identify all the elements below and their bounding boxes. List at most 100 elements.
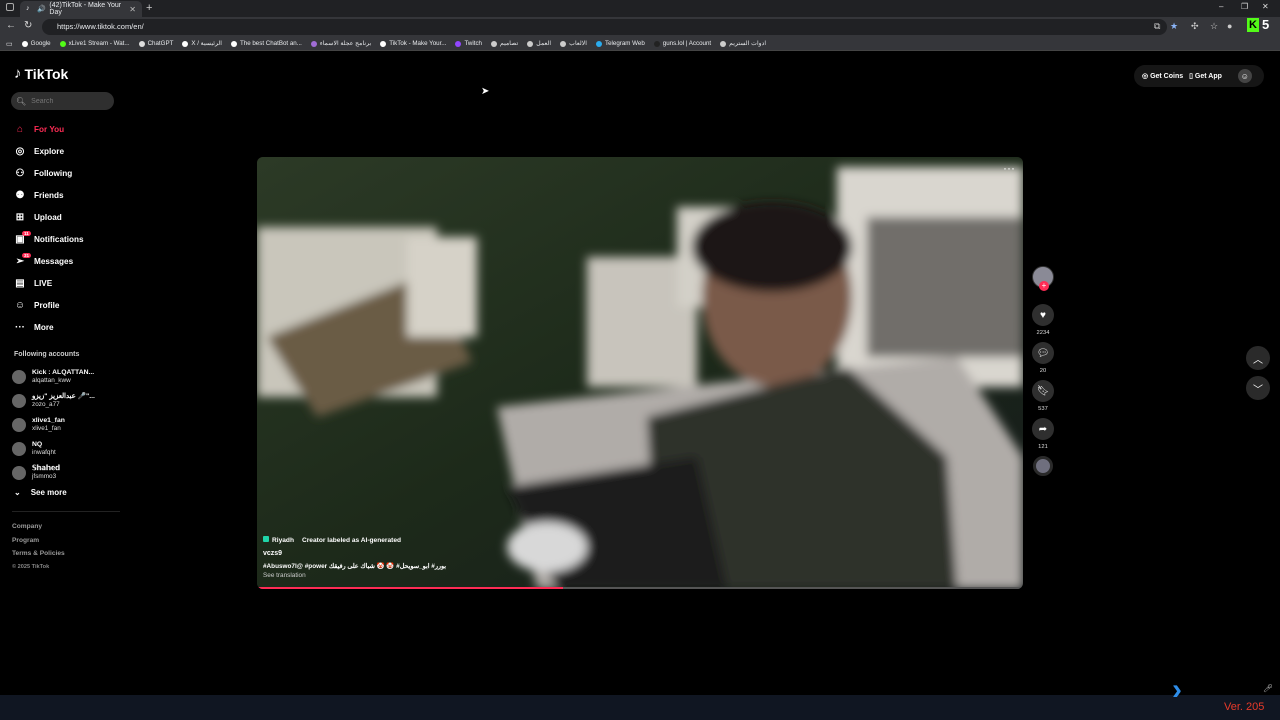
bookmark-favicon-icon <box>527 40 534 47</box>
location-tag[interactable]: Riyadh <box>263 536 294 544</box>
nav-item-profile[interactable]: ☺ Profile <box>14 294 124 316</box>
see-translation-link[interactable]: See translation <box>263 572 446 579</box>
bookmark-item[interactable]: TikTok - Make Your... <box>380 40 446 47</box>
footer-link[interactable]: Company <box>12 520 65 534</box>
bookmark-favicon-icon <box>455 40 462 47</box>
video-frame <box>257 157 1023 589</box>
share-count: 121 <box>1038 444 1048 450</box>
get-app-button[interactable]: ▯ Get App <box>1189 72 1222 80</box>
following-account[interactable]: 𝕊𝕙𝕒𝕙𝕖𝕕 jfsmmo3 <box>12 461 95 485</box>
nav-item-friends[interactable]: ⚉ Friends <box>14 184 124 206</box>
bookmark-label: ادوات الستريم <box>729 40 767 47</box>
bookmark-label: الالعاب <box>569 40 587 47</box>
previous-video-button[interactable]: ︿ <box>1246 346 1270 370</box>
account-name: عبدالعزيز "زيزو 🎤"... <box>32 393 95 400</box>
close-window-button[interactable]: ✕ <box>1262 2 1269 11</box>
following-account[interactable]: Kick : ALQATTAN... alqattan_kww <box>12 365 95 389</box>
install-app-icon[interactable]: ⧉ <box>1154 21 1160 32</box>
like-button[interactable]: ♥ <box>1032 304 1054 326</box>
sidebar-footer: Company Program Terms & Policies © 2025 Tik… <box>12 520 65 574</box>
bookmark-label: Twitch <box>464 40 482 47</box>
extensions-icon[interactable]: ✣ <box>1191 21 1199 32</box>
new-tab-button[interactable]: + <box>146 2 152 14</box>
account-handle: alqattan_kww <box>32 377 71 384</box>
following-account[interactable]: عبدالعزيز "زيزو 🎤"... zozo_a77 <box>12 389 95 413</box>
kick-extension-icon[interactable]: K <box>1247 18 1259 32</box>
close-tab-icon[interactable]: ✕ <box>129 5 136 14</box>
bookmark-item[interactable]: X / الرئيسية <box>182 40 222 47</box>
bookmark-item[interactable]: تصاميم <box>491 40 518 47</box>
comment-button[interactable]: 💬︎ <box>1032 342 1054 364</box>
nav-item-label: Explore <box>34 146 65 156</box>
video-player[interactable]: ··· Riyadh Creator labeled as AI-generat… <box>257 157 1023 589</box>
share-arrow-icon: ➦ <box>1038 423 1048 435</box>
bookmark-item[interactable]: ادوات الستريم <box>720 40 766 47</box>
minimize-button[interactable]: – <box>1219 2 1223 11</box>
footer-link[interactable]: Program <box>12 534 65 548</box>
bookmark-favicon-icon <box>21 40 28 47</box>
search-box[interactable]: 🔍︎ <box>11 92 114 110</box>
following-account[interactable]: NQ inwafqht <box>12 437 95 461</box>
following-accounts-title: Following accounts <box>14 351 80 358</box>
nav-item-explore[interactable]: ◎ Explore <box>14 140 124 162</box>
nav-item-more[interactable]: ··· More <box>14 316 124 338</box>
bookmark-item[interactable]: Google <box>21 40 51 47</box>
nav-item-live[interactable]: ▤ LIVE <box>14 272 124 294</box>
bookmark-item[interactable]: Twitch <box>455 40 482 47</box>
sound-disc-icon[interactable] <box>1033 456 1053 476</box>
more-options-icon[interactable]: ··· <box>1003 161 1015 175</box>
bookmark-item[interactable]: ChatGPT <box>138 40 173 47</box>
video-progress-fill <box>257 587 564 589</box>
follow-plus-icon[interactable]: + <box>1039 281 1049 291</box>
account-handle: jfsmmo3 <box>32 473 57 480</box>
tab-search-icon[interactable] <box>6 3 14 11</box>
nav-item-notifications[interactable]: ▣ 11 Notifications <box>14 228 124 250</box>
profile-avatar-icon[interactable]: ● <box>1227 21 1232 31</box>
bookmark-item[interactable]: Telegram Web <box>595 40 645 47</box>
microphone-icon[interactable]: 🎤︎ <box>1263 684 1273 693</box>
account-name: 𝕊𝕙𝕒𝕙𝕖𝕕 <box>32 465 60 472</box>
maximize-button[interactable]: ❐ <box>1241 2 1248 11</box>
reload-button[interactable]: ↻ <box>24 20 32 31</box>
notification-badge: 31 <box>22 253 32 258</box>
url-text: https://www.tiktok.com/en/ <box>57 22 144 31</box>
save-button[interactable]: 🔖︎ <box>1032 380 1054 402</box>
footer-link[interactable]: Terms & Policies <box>12 547 65 561</box>
bookmark-item[interactable]: العمل <box>527 40 551 47</box>
bookmark-icon: 🔖︎ <box>1036 385 1050 397</box>
next-video-button[interactable]: ﹀ <box>1246 376 1270 400</box>
tiktok-logo[interactable]: ♪ TikTok <box>14 65 68 82</box>
bookmark-item[interactable]: The best ChatBot an... <box>230 40 302 47</box>
get-coins-button[interactable]: ◎ Get Coins <box>1142 72 1183 80</box>
share-button[interactable]: ➦ <box>1032 418 1054 440</box>
nav-item-for-you[interactable]: ⌂ For You <box>14 118 124 140</box>
video-username[interactable]: vczs9 <box>263 550 446 557</box>
nav-item-messages[interactable]: ➢ 31 Messages <box>14 250 124 272</box>
bookmark-item[interactable]: guns.lol | Account <box>653 40 711 47</box>
bookmark-label: برنامج عجلة الاسماء <box>319 40 372 47</box>
account-name: Kick : ALQATTAN... <box>32 369 95 376</box>
search-icon: 🔍︎ <box>16 96 27 106</box>
address-bar[interactable]: https://www.tiktok.com/en/ <box>42 19 1167 35</box>
browser-tab[interactable]: ♪ 🔊 (42)TikTok - Make Your Day ✕ <box>20 1 142 17</box>
home-icon: ⌂ <box>16 123 24 135</box>
nav-item-upload[interactable]: ⊞ Upload <box>14 206 124 228</box>
bookmark-star-icon[interactable]: ★ <box>1170 21 1178 32</box>
user-avatar[interactable]: ☺ <box>1237 69 1252 83</box>
account-handle: inwafqht <box>32 449 56 456</box>
nav-item-following[interactable]: ⚇ Following <box>14 162 124 184</box>
bookmark-favicon-icon <box>310 40 317 47</box>
reading-list-icon[interactable]: ☆ <box>1210 21 1218 32</box>
bookmark-item[interactable]: الالعاب <box>560 40 587 47</box>
apps-icon[interactable]: ▭ <box>6 40 13 48</box>
nav-item-label: Friends <box>34 190 64 200</box>
logo-text: TikTok <box>24 65 69 82</box>
bookmark-item[interactable]: برنامج عجلة الاسماء <box>310 40 372 47</box>
following-account[interactable]: xlive1_fan xlive1_fan <box>12 413 95 437</box>
search-input[interactable] <box>31 97 112 105</box>
back-button[interactable]: ← <box>6 20 16 31</box>
bookmark-item[interactable]: xLive1 Stream - Wat... <box>59 40 130 47</box>
video-progress-bar[interactable] <box>257 587 1023 589</box>
see-more-button[interactable]: ⌄ See more <box>14 488 67 497</box>
creator-avatar[interactable]: + <box>1032 266 1054 291</box>
